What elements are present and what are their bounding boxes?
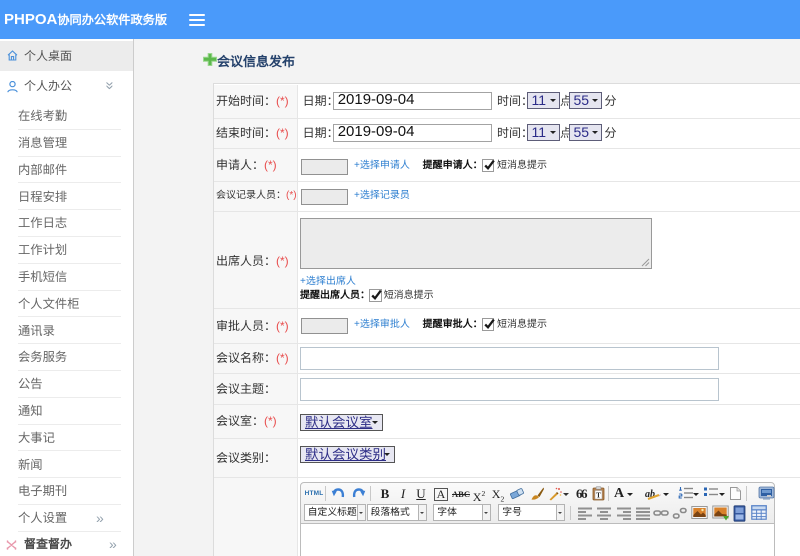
svg-text:T: T (596, 492, 601, 500)
